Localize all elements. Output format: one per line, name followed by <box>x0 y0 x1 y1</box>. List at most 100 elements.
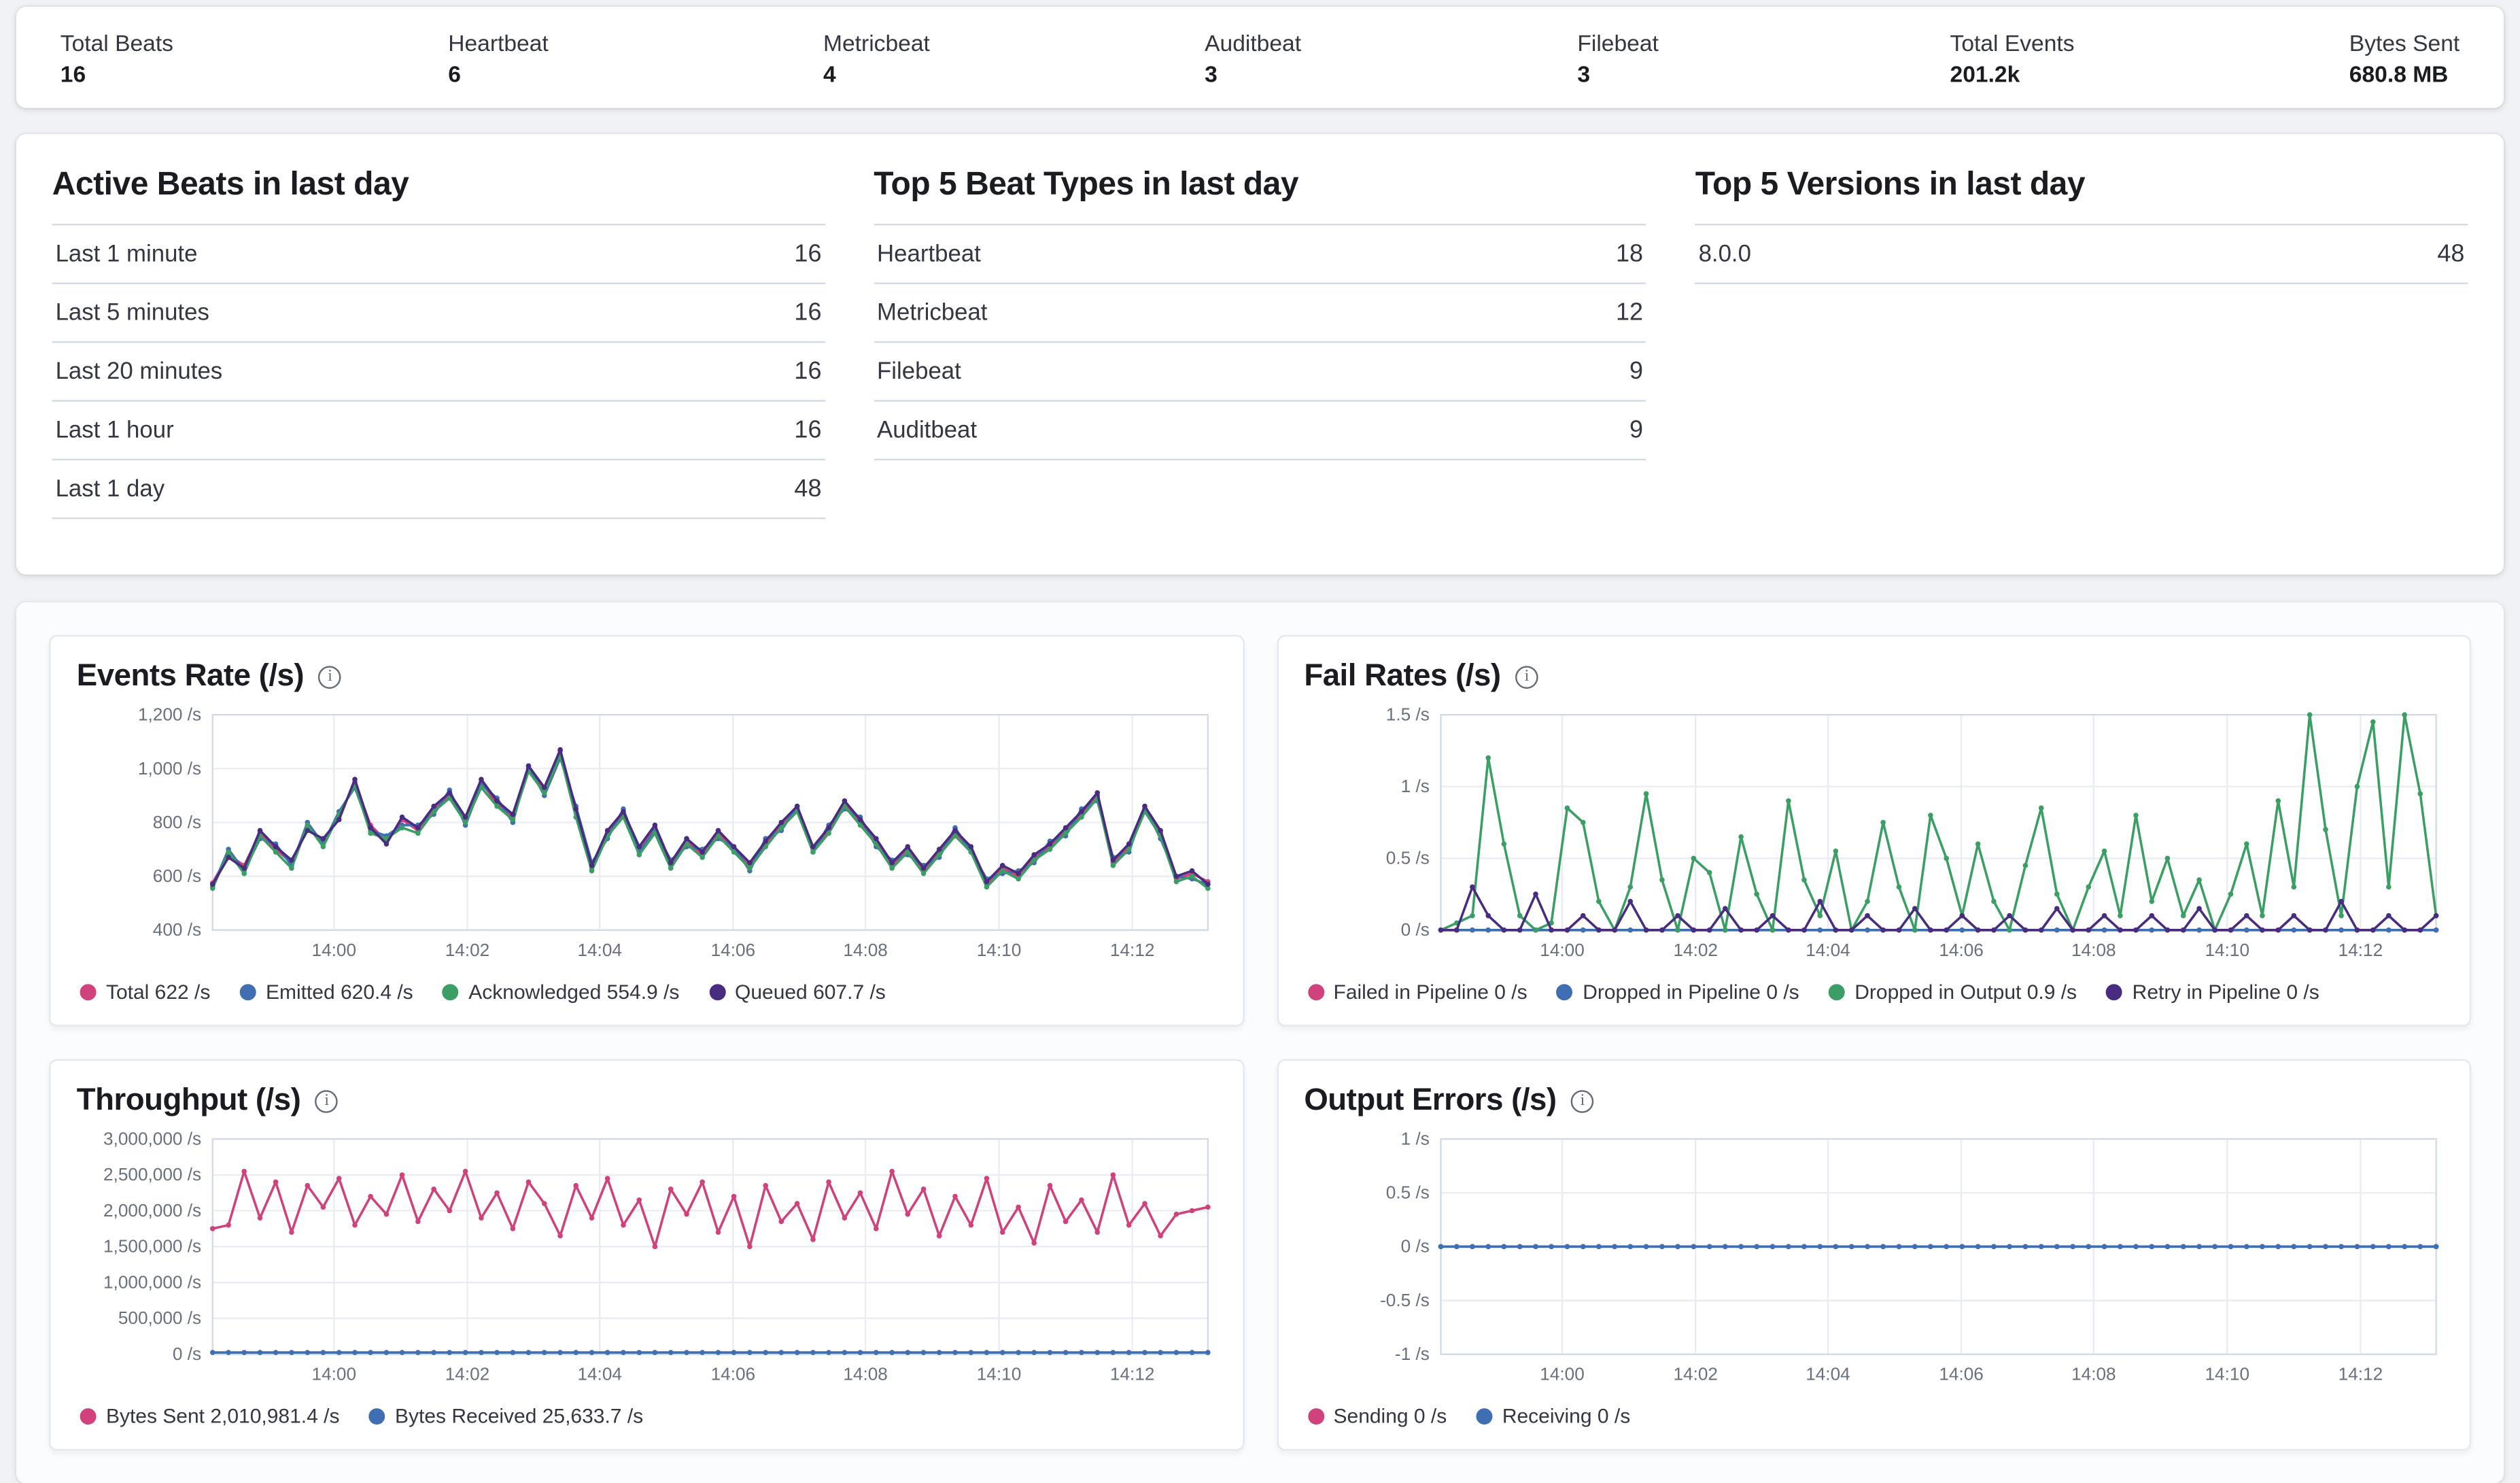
chart-card-fail-rates: Fail Rates (/s) i 0 /s0.5 /s1 /s1.5 /s14… <box>1277 635 2472 1027</box>
legend-item[interactable]: Dropped in Pipeline 0 /s <box>1557 981 1799 1004</box>
svg-text:14:04: 14:04 <box>577 940 621 960</box>
fail-rates-chart[interactable]: 0 /s0.5 /s1 /s1.5 /s14:0014:0214:0414:06… <box>1304 702 2443 977</box>
table-row: Filebeat9 <box>874 343 1646 401</box>
legend-dot-icon <box>709 983 725 1000</box>
row-label: Last 20 minutes <box>56 358 223 384</box>
svg-text:14:04: 14:04 <box>577 1364 621 1384</box>
legend-item[interactable]: Bytes Sent 2,010,981.4 /s <box>80 1404 340 1427</box>
svg-text:1 /s: 1 /s <box>1400 1128 1428 1148</box>
svg-text:2,000,000 /s: 2,000,000 /s <box>103 1200 201 1221</box>
info-icon[interactable]: i <box>315 1090 339 1113</box>
legend-item[interactable]: Receiving 0 /s <box>1476 1404 1630 1427</box>
legend-item[interactable]: Emitted 620.4 /s <box>240 981 413 1004</box>
summary-table: Active Beats in last day Last 1 minute 16 L… <box>52 167 825 542</box>
metric-label: Auditbeat <box>1205 29 1302 54</box>
legend-dot-icon <box>80 1408 97 1424</box>
metric-value: 3 <box>1577 60 1675 86</box>
legend-label: Acknowledged 554.9 /s <box>468 981 679 1004</box>
legend-label: Sending 0 /s <box>1334 1404 1447 1427</box>
legend-item[interactable]: Retry in Pipeline 0 /s <box>2106 981 2319 1004</box>
legend-dot-icon <box>1307 1408 1324 1424</box>
table-row: Metricbeat 12 <box>874 284 1646 343</box>
svg-text:14:08: 14:08 <box>843 940 888 960</box>
info-icon[interactable]: i <box>319 666 342 689</box>
summary-metric: Total Events 201.2k <box>1950 29 2075 86</box>
svg-text:-1 /s: -1 /s <box>1394 1344 1429 1364</box>
chart-title: Throughput (/s) <box>77 1084 301 1120</box>
svg-text:0 /s: 0 /s <box>173 1344 201 1364</box>
summary-metric: Heartbeat6 <box>448 29 549 86</box>
svg-text:0 /s: 0 /s <box>1400 919 1428 940</box>
metric-label: Filebeat <box>1577 29 1675 54</box>
chart-title: Fail Rates (/s) <box>1304 660 1500 696</box>
info-icon[interactable]: i <box>1571 1090 1594 1113</box>
svg-text:14:02: 14:02 <box>445 940 490 960</box>
table-row: Last 5 minutes16 <box>52 284 825 343</box>
chart-title: Output Errors (/s) <box>1304 1084 1556 1120</box>
svg-text:1 /s: 1 /s <box>1400 776 1428 796</box>
row-label: Metricbeat <box>877 300 987 326</box>
row-value: 16 <box>794 358 821 386</box>
svg-text:14:06: 14:06 <box>1938 940 1983 960</box>
legend-item[interactable]: Sending 0 /s <box>1307 1404 1447 1427</box>
metric-value: 201.2k <box>1950 60 2075 86</box>
chart-card-throughput: Throughput (/s) i 0 /s 500,000 /s 1,000,00… <box>49 1059 1244 1451</box>
legend-item[interactable]: Queued 607.7 /s <box>709 981 886 1004</box>
legend-item[interactable]: Failed in Pipeline 0 /s <box>1307 981 1527 1004</box>
legend-label: Bytes Sent 2,010,981.4 /s <box>106 1404 339 1427</box>
row-label: Last 1 hour <box>56 417 174 443</box>
svg-text:1.5 /s: 1.5 /s <box>1385 704 1429 725</box>
chart-legend: Total 622 /s Emitted 620.4 /s Acknowledged… <box>77 977 1216 1013</box>
summary-metric: Total Beats16 <box>61 29 173 86</box>
legend-label: Retry in Pipeline 0 /s <box>2133 981 2319 1004</box>
beats-overview-panel: Active Beats in last day Last 1 minute 16 L… <box>16 134 2504 575</box>
legend-item[interactable]: Bytes Received 25,633.7 /s <box>369 1404 644 1427</box>
legend-dot-icon <box>1307 983 1324 1000</box>
beats-monitoring-dashboard: Total Beats16Heartbeat6Metricbeat4Auditb… <box>0 7 2520 1477</box>
throughput-chart[interactable]: 0 /s 500,000 /s 1,000,000 /s 1,500,000 /s 2,… <box>77 1126 1216 1401</box>
table-row: Last 1 day48 <box>52 460 825 519</box>
legend-label: Bytes Received 25,633.7 /s <box>395 1404 643 1427</box>
info-icon[interactable]: i <box>1515 666 1538 689</box>
svg-text:1,000 /s: 1,000 /s <box>138 758 201 779</box>
legend-dot-icon <box>1829 983 1845 1000</box>
svg-text:0.5 /s: 0.5 /s <box>1385 1182 1429 1203</box>
row-label: Last 1 day <box>56 476 165 502</box>
chart-header: Throughput (/s) i <box>77 1084 1216 1120</box>
metric-value: 16 <box>61 60 173 86</box>
legend-item[interactable]: Total 622 /s <box>80 981 211 1004</box>
svg-text:1,500,000 /s: 1,500,000 /s <box>103 1236 201 1257</box>
legend-item[interactable]: Acknowledged 554.9 /s <box>443 981 680 1004</box>
svg-text:2,500,000 /s: 2,500,000 /s <box>103 1164 201 1184</box>
table-title: Active Beats in last day <box>52 167 825 204</box>
metric-value: 680.8 MB <box>2349 60 2459 86</box>
svg-text:14:00: 14:00 <box>312 940 357 960</box>
legend-item[interactable]: Dropped in Output 0.9 /s <box>1829 981 2077 1004</box>
svg-text:14:04: 14:04 <box>1805 1364 1850 1384</box>
legend-dot-icon <box>2106 983 2122 1000</box>
svg-text:1,000,000 /s: 1,000,000 /s <box>103 1272 201 1293</box>
events-rate-chart[interactable]: 400 /s600 /s800 /s1,000 /s1,200 /s14:001… <box>77 702 1216 977</box>
output-errors-chart[interactable]: -1 /s-0.5 /s0 /s0.5 /s1 /s14:0014:0214:0… <box>1304 1126 2443 1401</box>
svg-text:14:02: 14:02 <box>445 1364 490 1384</box>
svg-text:500,000 /s: 500,000 /s <box>118 1308 201 1328</box>
legend-dot-icon <box>1557 983 1573 1000</box>
chart-header: Events Rate (/s) i <box>77 660 1216 696</box>
legend-dot-icon <box>443 983 459 1000</box>
svg-text:14:08: 14:08 <box>843 1364 888 1384</box>
legend-label: Receiving 0 /s <box>1502 1404 1630 1427</box>
svg-text:14:08: 14:08 <box>2071 940 2116 960</box>
metric-label: Bytes Sent <box>2349 29 2459 54</box>
svg-text:1,200 /s: 1,200 /s <box>138 704 201 725</box>
metric-label: Heartbeat <box>448 29 549 54</box>
metric-label: Total Events <box>1950 29 2075 54</box>
row-value: 16 <box>794 240 821 268</box>
chart-card-events-rate: Events Rate (/s) i 400 /s600 /s800 /s1,0… <box>49 635 1244 1027</box>
svg-text:14:00: 14:00 <box>1539 1364 1584 1384</box>
svg-text:14:10: 14:10 <box>977 1364 1021 1384</box>
svg-text:14:12: 14:12 <box>1110 1364 1155 1384</box>
summary-table: Top 5 Versions in last day8.0.048 <box>1695 167 2468 542</box>
row-value: 12 <box>1616 299 1643 326</box>
legend-label: Dropped in Pipeline 0 /s <box>1583 981 1799 1004</box>
row-label: Last 1 minute <box>56 241 198 267</box>
